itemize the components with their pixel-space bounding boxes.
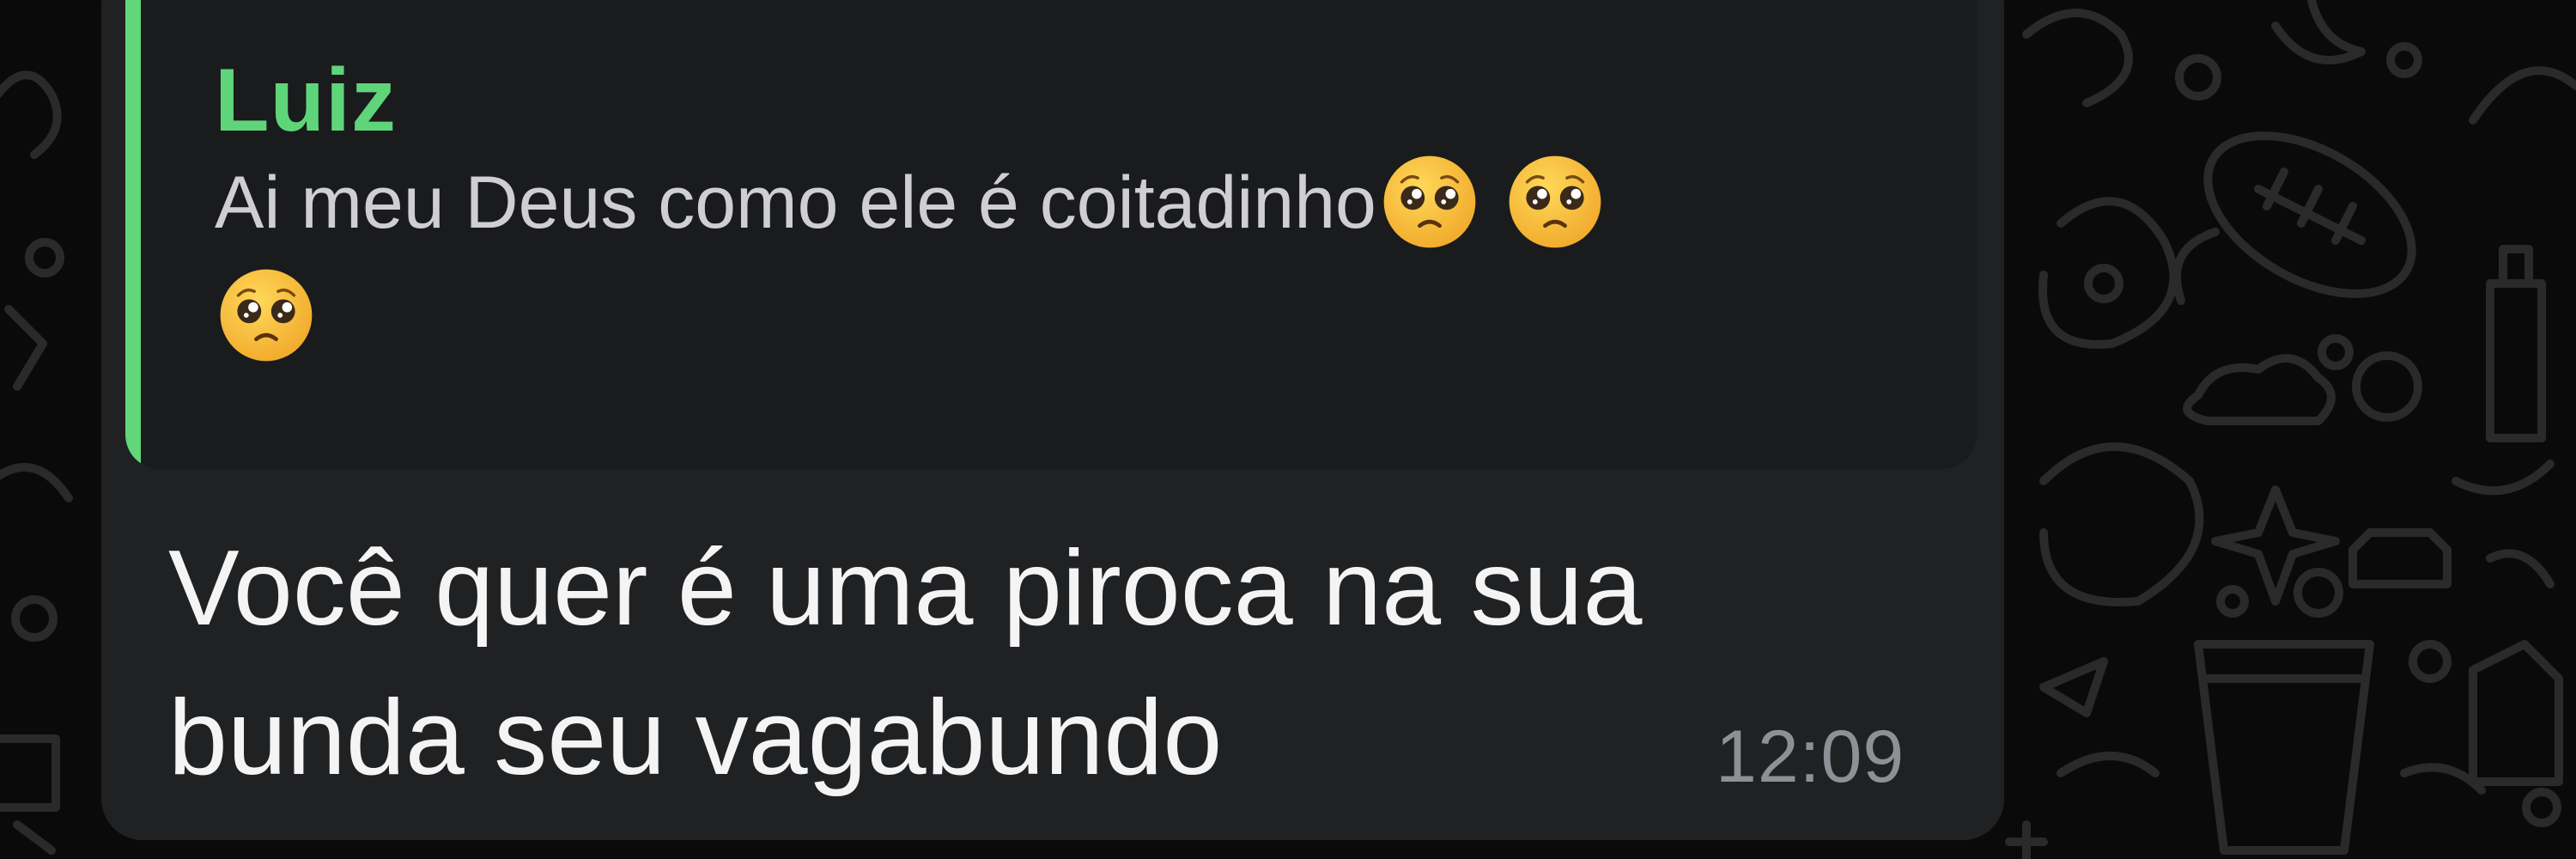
quote-text-block: Ai meu Deus como ele é coitadinho [215, 146, 1932, 373]
quote-accent-bar [125, 0, 141, 469]
reply-quote[interactable]: Luiz Ai meu Deus como ele é coitadinho [125, 0, 1977, 469]
pleading-face-icon [1509, 155, 1601, 248]
message-timestamp: 12:09 [1716, 716, 1905, 798]
message-text: Você quer é uma piroca na sua bunda seu … [168, 529, 1643, 797]
pleading-face-icon [220, 269, 313, 362]
pleading-face-icon [1383, 155, 1476, 248]
quote-author: Luiz [215, 51, 397, 150]
quote-text: Ai meu Deus como ele é coitadinho [215, 161, 1376, 244]
